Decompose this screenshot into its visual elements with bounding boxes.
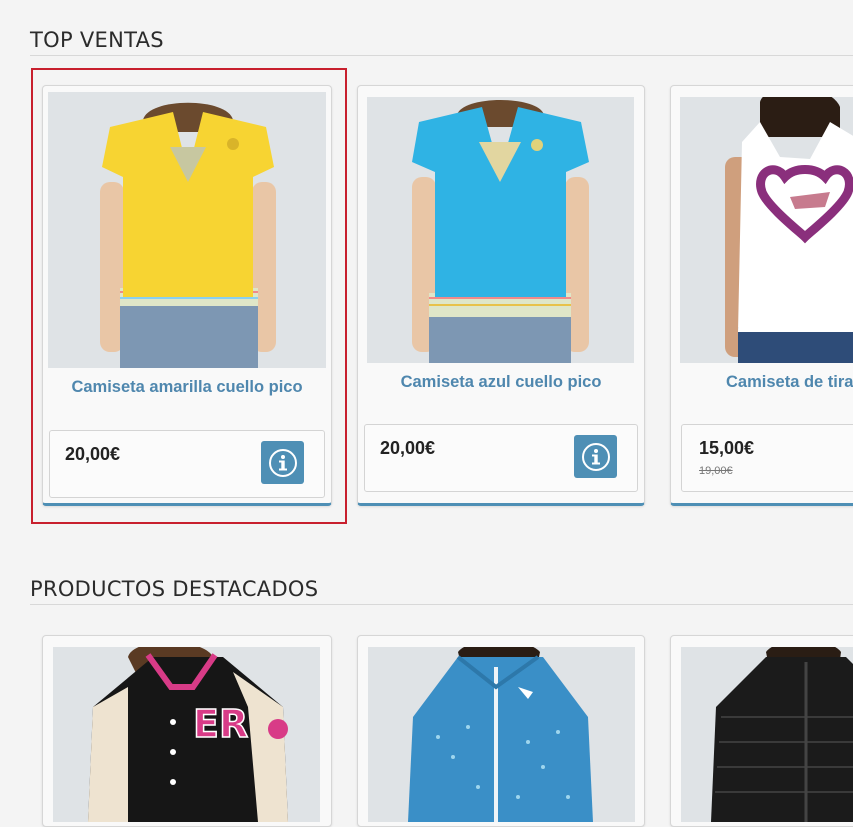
product-image[interactable] (680, 97, 853, 363)
product-image[interactable] (48, 92, 326, 368)
section-divider (30, 604, 853, 605)
product-name[interactable]: Camiseta azul cuello pico (366, 371, 636, 393)
svg-text:ER: ER (193, 702, 248, 746)
product-old-price: 19,00€ (699, 465, 733, 477)
product-image[interactable]: ER (53, 647, 320, 822)
section-title-productos-destacados: PRODUCTOS DESTACADOS (30, 577, 319, 601)
price-box: 20,00€ (364, 424, 638, 492)
product-price: 15,00€ (699, 438, 755, 458)
section-title-top-ventas: TOP VENTAS (30, 28, 164, 52)
product-name[interactable]: Camiseta amarilla cuello pico (51, 376, 323, 398)
featured-card-1[interactable]: ER (42, 635, 332, 827)
product-price: 20,00€ (380, 438, 436, 458)
product-image[interactable] (681, 647, 853, 822)
product-name[interactable]: Camiseta de tirantes (726, 371, 853, 393)
featured-card-3[interactable] (670, 635, 853, 827)
info-icon (268, 448, 297, 477)
price-box: 20,00€ (49, 430, 325, 498)
featured-card-2[interactable] (357, 635, 645, 827)
info-icon (581, 442, 610, 471)
product-price: 20,00€ (65, 444, 121, 464)
product-card-1[interactable]: Camiseta amarilla cuello pico 20,00€ (42, 85, 332, 506)
info-button[interactable] (261, 441, 304, 484)
product-card-2[interactable]: Camiseta azul cuello pico 20,00€ (357, 85, 645, 506)
product-image[interactable] (367, 97, 634, 363)
info-button[interactable] (574, 435, 617, 478)
product-image[interactable] (368, 647, 635, 822)
product-card-3[interactable]: Camiseta de tirantes 15,00€ 19,00€ (670, 85, 853, 506)
section-divider (30, 55, 853, 56)
price-box: 15,00€ 19,00€ (681, 424, 853, 492)
